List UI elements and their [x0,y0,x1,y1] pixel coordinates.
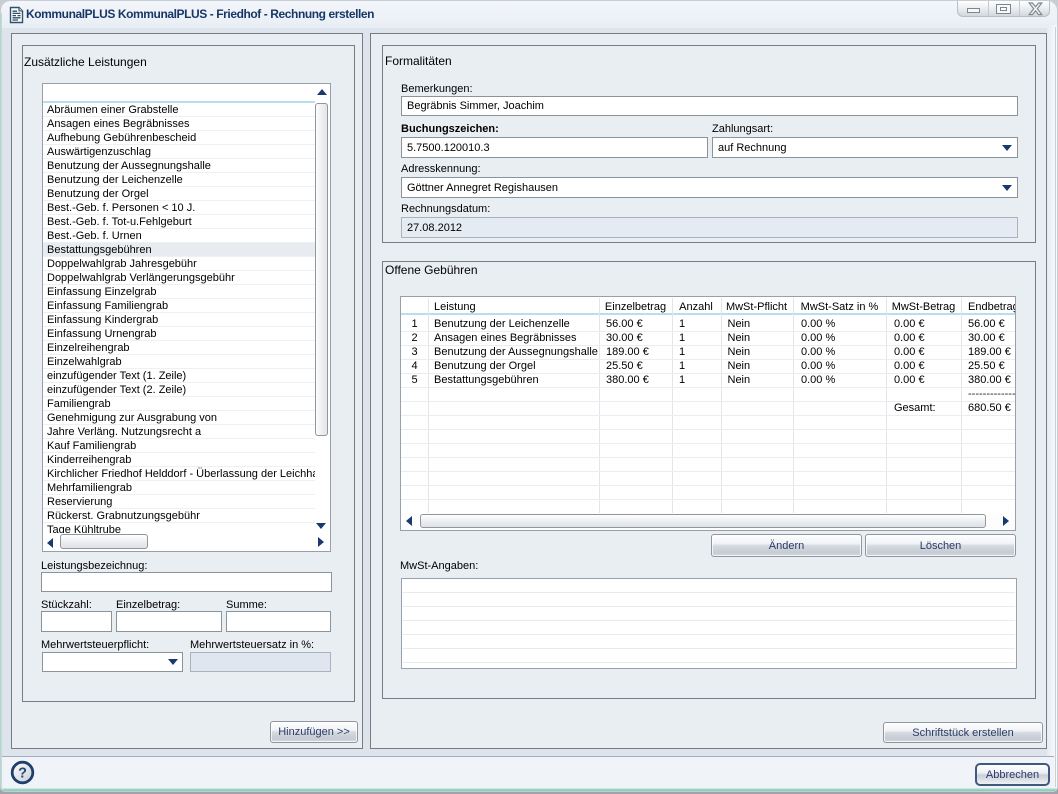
svg-text:?: ? [18,766,27,782]
